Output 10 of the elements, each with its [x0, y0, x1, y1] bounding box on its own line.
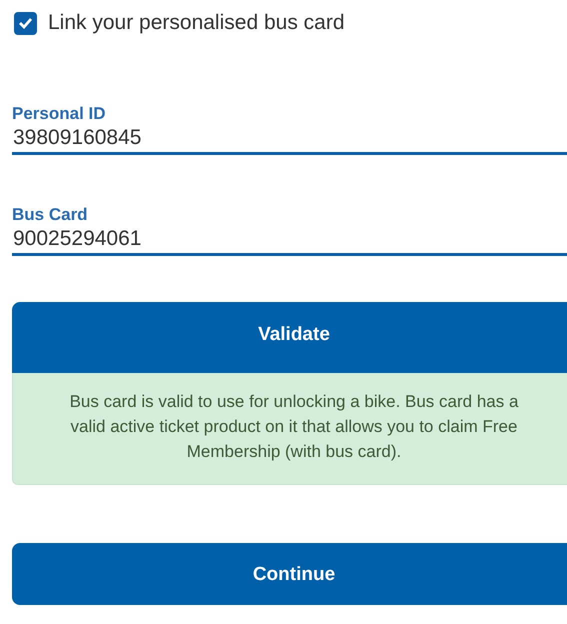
checkbox[interactable]	[14, 12, 37, 34]
check-icon	[18, 17, 33, 29]
input-field[interactable]: 39809160845	[12, 124, 567, 155]
continue-button[interactable]: Continue	[12, 543, 567, 605]
validate-button[interactable]: Validate	[12, 302, 567, 373]
checkbox-label: Link your personalised bus card	[48, 11, 345, 35]
input-field[interactable]: 90025294061	[12, 225, 567, 256]
success-message: Bus card is valid to use for unlocking a bike. Bus card has a valid active ticket product on it that allows you to claim Free Membership (with bus card).	[12, 373, 567, 485]
field-label: Personal ID	[12, 104, 107, 124]
field-label: Bus Card	[12, 205, 89, 225]
